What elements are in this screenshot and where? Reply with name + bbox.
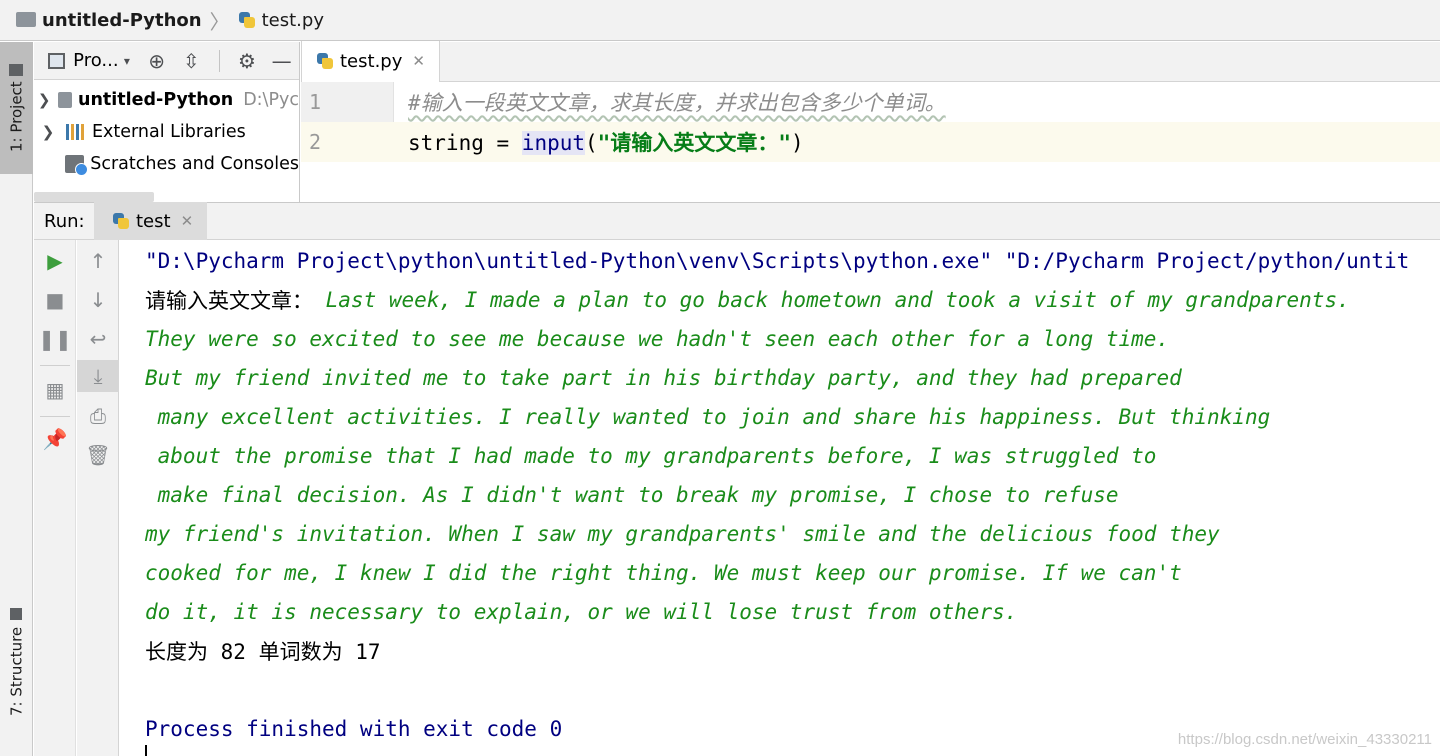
arrow-down-icon[interactable]: ↓ — [77, 284, 119, 316]
editor-tab-label: test.py — [340, 50, 403, 72]
collapse-all-icon[interactable]: ⇳ — [181, 49, 202, 73]
console-input-line: make final decision. As I didn't want to… — [145, 482, 1119, 507]
toolbar-divider — [218, 49, 220, 72]
project-panel: Pro... ▾ ⊕ ⇳ ⚙ — ❯ untitled-Python D:\Py… — [34, 42, 300, 202]
navigation-bar: untitled-Python 〉 test.py — [0, 0, 1440, 41]
arrow-up-icon[interactable]: ↑ — [77, 245, 119, 277]
minimize-icon[interactable]: — — [271, 49, 292, 73]
pause-icon[interactable]: ❚❚ — [34, 323, 76, 355]
code-paren-close: ) — [790, 131, 804, 155]
console-input-line: many excellent activities. I really want… — [145, 404, 1271, 429]
console-prompt-line: 请输入英文文章： Last week, I made a plan to go … — [145, 280, 1350, 319]
layout-icon[interactable]: ▦ — [34, 374, 76, 406]
gear-icon[interactable]: ⚙ — [237, 49, 258, 73]
tree-item-label: Scratches and Consoles — [90, 154, 299, 174]
line-number: 1 — [309, 90, 322, 114]
run-window-header: Run: test ✕ — [34, 202, 1440, 240]
console-input-line: do it, it is necessary to explain, or we… — [145, 599, 1018, 624]
tool-tab-project-label: 1: Project — [7, 81, 26, 153]
tree-item-label: untitled-Python — [78, 90, 234, 110]
structure-icon — [10, 608, 23, 621]
tree-item-label: External Libraries — [92, 122, 246, 142]
project-view-icon — [48, 52, 66, 69]
watermark: https://blog.csdn.net/weixin_43330211 — [1177, 731, 1432, 748]
folder-icon — [9, 63, 24, 76]
run-toolbar-primary: ▶ ■ ❚❚ ▦ 📌 — [34, 240, 76, 756]
console-input-line: my friend's invitation. When I saw my gr… — [145, 521, 1220, 546]
print-icon[interactable]: ⎙ — [77, 400, 119, 432]
console-exit-line: Process finished with exit code 0 — [145, 716, 563, 741]
code-string: "请输入英文文章：" — [597, 131, 791, 155]
scroll-to-end-icon[interactable]: ⤓ — [77, 360, 119, 392]
editor: test.py ✕ 1 #输入一段英文文章，求其长度，并求出包含多少个单词。 2… — [301, 41, 1440, 202]
library-icon — [66, 124, 86, 140]
run-tab-label: test — [136, 210, 171, 232]
folder-icon — [58, 92, 73, 108]
tool-tab-project[interactable]: 1: Project — [0, 42, 33, 174]
close-icon[interactable]: ✕ — [412, 52, 425, 70]
left-tool-strip: 1: Project 7: Structure — [0, 42, 33, 756]
trash-icon[interactable]: 🗑 — [77, 439, 119, 471]
python-run-icon — [112, 212, 130, 230]
tree-item-project-root[interactable]: ❯ untitled-Python D:\Pyc — [34, 84, 299, 116]
line-number: 2 — [309, 130, 322, 154]
tree-item-external-libraries[interactable]: ❯ External Libraries — [34, 116, 299, 148]
console-caret — [145, 745, 147, 756]
toolbar-divider — [40, 416, 70, 417]
console-command-line: "D:\Pycharm Project\python\untitled-Pyth… — [145, 248, 1410, 273]
console-result-line: 长度为 82 单词数为 17 — [145, 639, 381, 664]
console-input: Last week, I made a plan to go back home… — [313, 287, 1350, 312]
python-file-icon — [316, 52, 334, 70]
code-line-2[interactable]: 2 string = input("请输入英文文章：") — [301, 122, 1440, 162]
chevron-down-icon[interactable]: ▾ — [117, 54, 138, 68]
project-toolbar: Pro... ▾ ⊕ ⇳ ⚙ — — [34, 42, 299, 80]
tree-item-path: D:\Pyc — [243, 90, 299, 110]
stop-icon[interactable]: ■ — [34, 284, 76, 316]
run-label: Run: — [44, 210, 85, 232]
chevron-right-icon[interactable]: ❯ — [36, 123, 60, 141]
chevron-right-icon[interactable]: ❯ — [36, 91, 52, 109]
code-paren-open: ( — [585, 131, 598, 155]
console-input-line: But my friend invited me to take part in… — [145, 365, 1182, 390]
editor-tabs: test.py ✕ — [301, 41, 1440, 82]
soft-wrap-icon[interactable]: ↩ — [77, 323, 119, 355]
locate-target-icon[interactable]: ⊕ — [146, 49, 167, 73]
code-line-1[interactable]: 1 #输入一段英文文章，求其长度，并求出包含多少个单词。 — [301, 82, 1440, 122]
breadcrumb-project[interactable]: untitled-Python — [42, 10, 202, 31]
code-operator: = — [483, 131, 522, 155]
run-console[interactable]: "D:\Pycharm Project\python\untitled-Pyth… — [120, 240, 1440, 756]
code-variable: string — [408, 131, 484, 155]
horizontal-scrollbar[interactable] — [34, 192, 154, 202]
console-input-line: cooked for me, I knew I did the right th… — [145, 560, 1182, 585]
project-view-selector[interactable]: Pro... — [73, 50, 118, 71]
scratches-icon — [65, 155, 89, 176]
close-icon[interactable]: ✕ — [181, 212, 194, 230]
pin-icon[interactable]: 📌 — [34, 423, 76, 455]
code-builtin: input — [521, 131, 586, 155]
code-comment: #输入一段英文文章，求其长度，并求出包含多少个单词。 — [408, 91, 946, 115]
toolbar-divider — [40, 365, 70, 366]
tool-tab-structure-label: 7: Structure — [7, 626, 26, 716]
console-input-line: They were so excited to see me because w… — [145, 326, 1170, 351]
tree-item-scratches[interactable]: Scratches and Consoles — [34, 148, 299, 180]
project-tree: ❯ untitled-Python D:\Pyc ❯ External Libr… — [34, 80, 299, 180]
folder-icon — [16, 11, 36, 27]
console-prompt: 请输入英文文章： — [145, 288, 313, 313]
python-file-icon — [238, 11, 256, 29]
console-input-line: about the promise that I had made to my … — [145, 443, 1157, 468]
run-tab-test[interactable]: test ✕ — [94, 202, 208, 240]
breadcrumb-file[interactable]: test.py — [262, 10, 324, 31]
tool-tab-structure[interactable]: 7: Structure — [0, 597, 33, 727]
rerun-play-icon[interactable]: ▶ — [34, 245, 76, 277]
run-toolbar-secondary: ↑ ↓ ↩ ⤓ ⎙ 🗑 — [77, 240, 119, 756]
breadcrumb-separator-icon: 〉 — [209, 9, 230, 34]
editor-tab-test-py[interactable]: test.py ✕ — [301, 41, 440, 82]
